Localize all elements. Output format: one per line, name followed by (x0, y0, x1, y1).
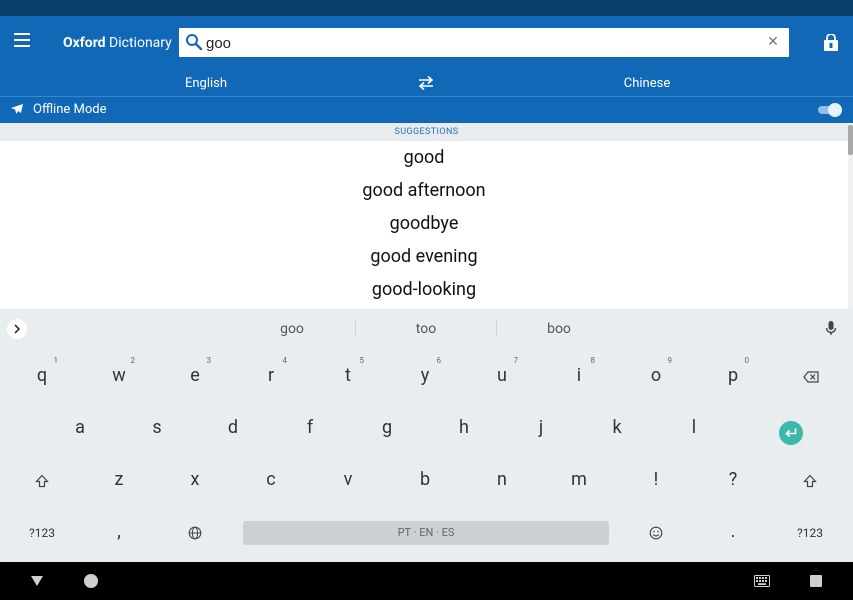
key-u[interactable]: u7 (472, 353, 532, 397)
shift-key-right[interactable] (780, 457, 840, 501)
status-bar (0, 0, 853, 16)
key-s[interactable]: s (127, 405, 187, 449)
suggestions-header: SUGGESTIONS (0, 123, 853, 141)
key-r[interactable]: r4 (241, 353, 301, 397)
space-key[interactable]: PT · EN · ES (243, 521, 609, 545)
shift-key-left[interactable] (12, 457, 72, 501)
suggestion-item[interactable]: goodbye (0, 213, 848, 234)
clear-icon[interactable]: ✕ (765, 34, 781, 50)
symbols-key-left[interactable]: ?123 (12, 509, 72, 553)
key-period[interactable]: . (703, 509, 763, 553)
key-d[interactable]: d (203, 405, 263, 449)
keyboard-word-suggestion[interactable]: too (376, 321, 476, 337)
backspace-icon (803, 371, 819, 383)
system-navigation-bar (0, 562, 853, 600)
key-t[interactable]: t5 (318, 353, 378, 397)
recent-apps-square-icon[interactable] (810, 575, 822, 587)
key-z[interactable]: z (89, 457, 149, 501)
key-o[interactable]: o9 (626, 353, 686, 397)
divider (496, 320, 497, 336)
divider (355, 320, 356, 336)
suggestion-item[interactable]: good (0, 147, 848, 168)
emoji-key[interactable] (626, 509, 686, 553)
key-exclamation[interactable]: ! (626, 457, 686, 501)
key-c[interactable]: c (241, 457, 301, 501)
keyboard-icon[interactable] (754, 575, 770, 587)
chevron-right-icon (14, 324, 21, 334)
key-k[interactable]: k (587, 405, 647, 449)
key-comma[interactable]: , (89, 509, 149, 553)
symbols-key-right[interactable]: ?123 (780, 509, 840, 553)
key-question[interactable]: ? (703, 457, 763, 501)
key-i[interactable]: i8 (549, 353, 609, 397)
search-box[interactable]: ✕ (179, 28, 789, 57)
shift-icon (35, 474, 49, 488)
key-n[interactable]: n (472, 457, 532, 501)
search-icon (186, 34, 203, 51)
globe-icon (188, 526, 202, 540)
keyboard-word-suggestion[interactable]: goo (242, 321, 342, 337)
suggestion-item[interactable]: good afternoon (0, 180, 848, 201)
key-q[interactable]: q1 (12, 353, 72, 397)
key-e[interactable]: e3 (165, 353, 225, 397)
app-title: Oxford Dictionary (63, 35, 172, 51)
shift-icon (803, 474, 817, 488)
language-bar: English Chinese (0, 70, 853, 97)
app-bar: Oxford Dictionary ✕ (0, 16, 853, 70)
microphone-icon[interactable] (824, 320, 838, 336)
scrollbar-thumb[interactable] (848, 125, 853, 155)
key-y[interactable]: y6 (395, 353, 455, 397)
offline-mode-label: Offline Mode (33, 102, 107, 117)
key-f[interactable]: f (280, 405, 340, 449)
language-switch-key[interactable] (165, 509, 225, 553)
expand-toolbar-button[interactable] (7, 319, 27, 339)
backspace-key[interactable] (780, 353, 840, 397)
suggestions-list: good good afternoon goodbye good evening… (0, 141, 848, 309)
emoji-icon (649, 526, 663, 540)
keyboard-suggestion-strip: goo too boo (0, 309, 853, 347)
menu-icon[interactable] (14, 33, 34, 53)
offline-mode-bar: Offline Mode (0, 97, 853, 123)
suggestion-item[interactable]: good evening (0, 246, 848, 267)
enter-icon (785, 428, 797, 438)
key-p[interactable]: p0 (703, 353, 763, 397)
key-b[interactable]: b (395, 457, 455, 501)
suggestion-item[interactable]: good-looking (0, 279, 848, 300)
key-m[interactable]: m (549, 457, 609, 501)
search-input[interactable] (206, 32, 746, 54)
key-w[interactable]: w2 (89, 353, 149, 397)
back-triangle-icon[interactable] (30, 575, 44, 587)
key-a[interactable]: a (50, 405, 110, 449)
home-circle-icon[interactable] (84, 574, 98, 588)
keyboard-word-suggestion[interactable]: boo (509, 321, 609, 337)
airplane-icon (11, 104, 23, 114)
enter-key[interactable] (779, 421, 803, 445)
key-l[interactable]: l (664, 405, 724, 449)
target-language[interactable]: Chinese (597, 76, 697, 91)
swap-languages-icon[interactable] (417, 75, 435, 91)
key-v[interactable]: v (318, 457, 378, 501)
on-screen-keyboard: goo too boo q1 w2 e3 r4 t5 y6 u7 i8 o9 p… (0, 309, 853, 562)
key-x[interactable]: x (165, 457, 225, 501)
key-g[interactable]: g (357, 405, 417, 449)
shopping-bag-icon[interactable] (823, 34, 839, 52)
key-h[interactable]: h (434, 405, 494, 449)
key-j[interactable]: j (511, 405, 571, 449)
offline-mode-toggle[interactable] (818, 103, 842, 117)
source-language[interactable]: English (156, 76, 256, 91)
